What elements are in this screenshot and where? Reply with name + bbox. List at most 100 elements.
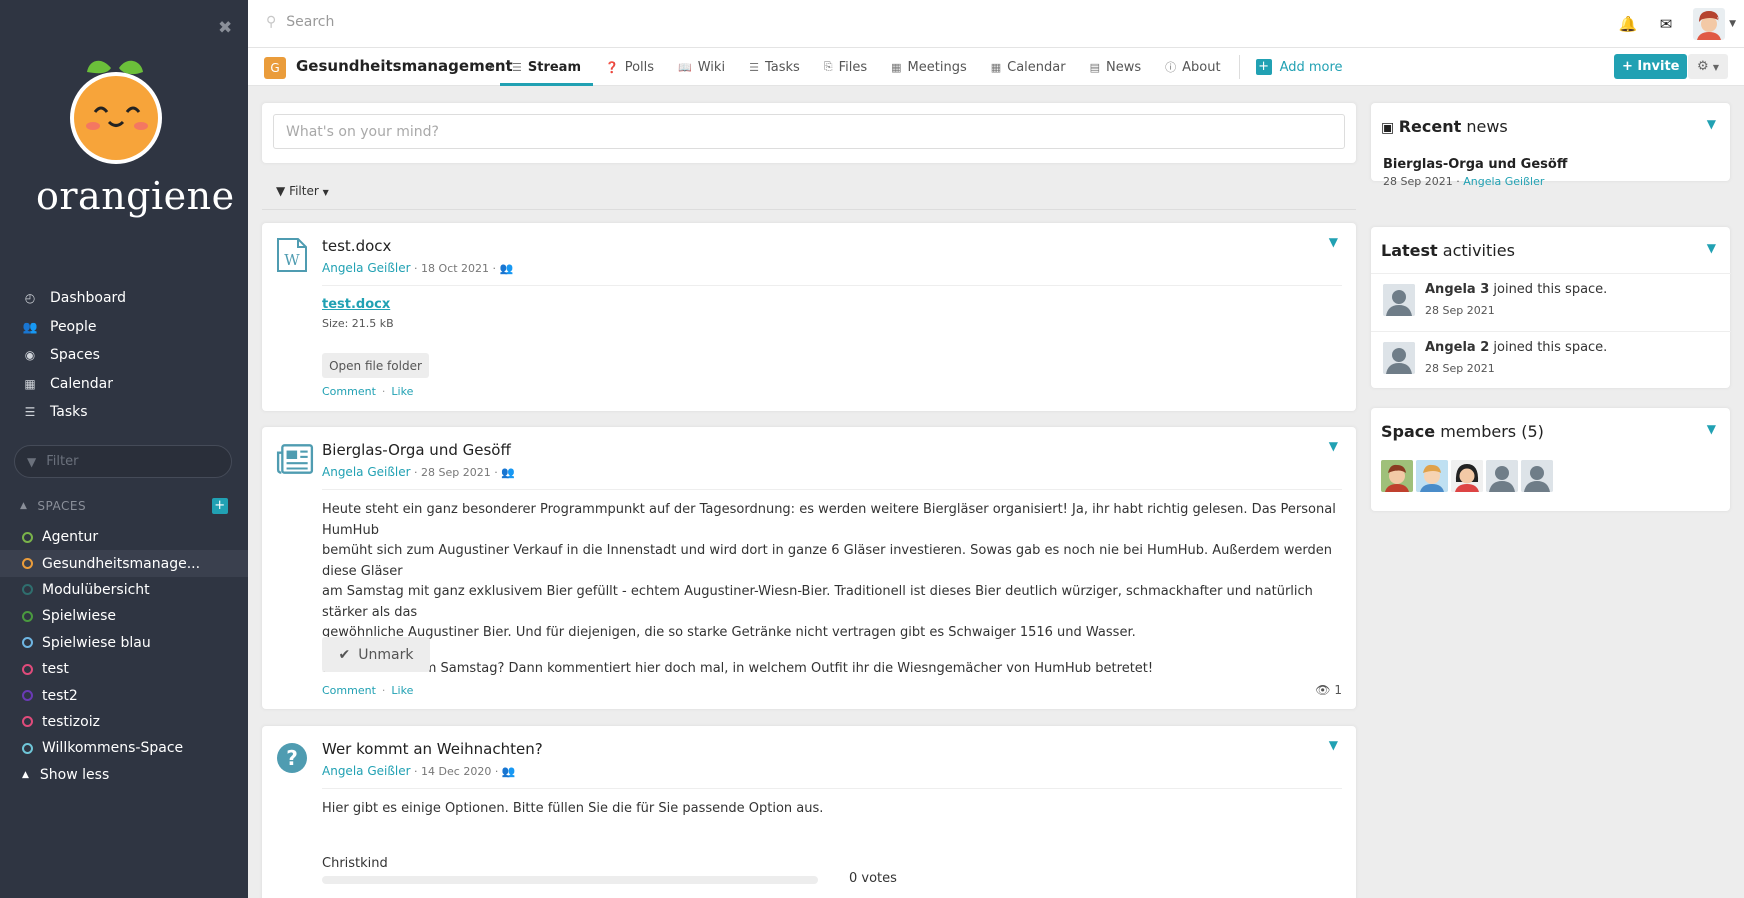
space-dot-icon <box>22 716 33 728</box>
invite-button[interactable]: + Invite <box>1614 54 1688 79</box>
post-title[interactable]: Bierglas-Orga und Gesöff <box>322 441 515 459</box>
search-input[interactable] <box>286 14 687 30</box>
activity-item[interactable]: Angela 3 joined this space. 28 Sep 2021 <box>1371 273 1731 331</box>
show-less-button[interactable]: ▲ Show less <box>0 762 248 788</box>
space-item-test2[interactable]: test2 <box>0 682 248 708</box>
member-avatar-icon <box>1416 460 1448 492</box>
like-link[interactable]: Like <box>391 684 413 697</box>
tab-label: Polls <box>624 59 655 75</box>
people-icon: 👥 <box>22 319 38 334</box>
tab-news[interactable]: ▤ News <box>1078 48 1154 86</box>
logo[interactable]: orangiene <box>36 56 235 218</box>
space-label: Gesundheitsmanage... <box>42 555 201 572</box>
tab-wiki[interactable]: 📖 Wiki <box>666 48 737 86</box>
unmark-label: Unmark <box>358 646 414 663</box>
space-label: testizoiz <box>42 713 100 730</box>
member-avatar[interactable] <box>1381 460 1413 492</box>
space-item-agentur[interactable]: Agentur <box>0 524 248 550</box>
notifications-bell-icon[interactable]: 🔔 <box>1609 15 1647 33</box>
comment-link[interactable]: Comment <box>322 385 376 398</box>
chevron-down-icon[interactable]: ▼ <box>1329 439 1338 453</box>
member-avatar[interactable] <box>1521 460 1553 492</box>
space-item-moduluebersicht[interactable]: Modulübersicht <box>0 577 248 603</box>
widget-title-bold: Latest <box>1381 241 1438 260</box>
post-composer <box>262 103 1356 163</box>
calendar-icon: ▦ <box>24 376 36 391</box>
post-author-link[interactable]: Angela Geißler <box>322 465 411 479</box>
poll-option-votes: 0 votes <box>849 871 897 886</box>
space-item-testizoiz[interactable]: testizoiz <box>0 709 248 735</box>
separator: · <box>381 385 386 398</box>
chevron-down-icon[interactable]: ▼ <box>1707 241 1716 255</box>
nav-item-calendar[interactable]: ▦ Calendar <box>0 370 248 399</box>
brand-wordmark: orangiene <box>36 174 235 218</box>
member-avatar[interactable] <box>1486 460 1518 492</box>
show-less-label: Show less <box>39 766 110 783</box>
chevron-down-icon[interactable]: ▼ <box>1329 738 1338 752</box>
space-item-test[interactable]: test <box>0 656 248 682</box>
like-link[interactable]: Like <box>391 385 413 398</box>
nav-item-dashboard[interactable]: ◴ Dashboard <box>0 284 248 313</box>
stream-filter-button[interactable]: ▼ Filter ▼ <box>276 184 329 198</box>
space-item-spielwiese-blau[interactable]: Spielwiese blau <box>0 630 248 656</box>
svg-text:?: ? <box>286 746 298 770</box>
tab-stream[interactable]: ☰ Stream <box>500 48 593 86</box>
member-avatar[interactable] <box>1416 460 1448 492</box>
whats-on-your-mind-input[interactable] <box>273 114 1345 149</box>
tab-polls[interactable]: ❓ Polls <box>593 48 666 86</box>
space-item-spielwiese[interactable]: Spielwiese <box>0 603 248 629</box>
chevron-down-icon[interactable]: ▼ <box>1329 235 1338 249</box>
post-date: 18 Oct 2021 <box>421 262 490 275</box>
tab-tasks[interactable]: ☰ Tasks <box>737 48 812 86</box>
tab-about[interactable]: ⓘ About <box>1153 48 1232 86</box>
add-space-button[interactable]: + <box>212 498 228 514</box>
invite-label: Invite <box>1637 59 1680 74</box>
space-settings-button[interactable]: ⚙ ▼ <box>1688 54 1728 79</box>
space-title[interactable]: Gesundheitsmanagement <box>296 57 513 75</box>
post-meta: Angela Geißler · 18 Oct 2021 · 👥 <box>322 261 514 275</box>
search: ⚲ <box>266 14 687 30</box>
file-link[interactable]: test.docx <box>322 297 394 312</box>
post-body-paragraph: Seid ihr dabei am Samstag? Dann kommenti… <box>322 660 1154 676</box>
nav-item-people[interactable]: 👥 People <box>0 313 248 342</box>
nav-item-spaces[interactable]: ◉ Spaces <box>0 341 248 370</box>
messages-envelope-icon[interactable]: ✉ <box>1647 15 1685 33</box>
nav-label: Tasks <box>50 404 88 421</box>
chevron-down-icon[interactable]: ▼ <box>1729 19 1736 29</box>
post-author-link[interactable]: Angela Geißler <box>322 764 411 778</box>
tab-calendar[interactable]: ▦ Calendar <box>979 48 1078 86</box>
tab-files[interactable]: ⎘ Files <box>812 48 879 86</box>
add-more-label: Add more <box>1279 59 1343 75</box>
member-avatar-icon <box>1381 460 1413 492</box>
open-file-folder-button[interactable]: Open file folder <box>322 353 429 378</box>
recent-news-author-link[interactable]: Angela Geißler <box>1463 175 1544 188</box>
user-avatar[interactable] <box>1693 8 1726 40</box>
tab-label: Calendar <box>1007 59 1066 75</box>
tasks-icon: ☰ <box>749 60 759 74</box>
add-more-button[interactable]: + Add more <box>1246 48 1353 86</box>
close-sidebar-icon[interactable]: ✖ <box>218 18 232 38</box>
unmark-button[interactable]: ✔ Unmark <box>322 637 430 672</box>
nav-item-tasks[interactable]: ☰ Tasks <box>0 398 248 427</box>
post-author-link[interactable]: Angela Geißler <box>322 261 411 275</box>
spaces-filter-input[interactable] <box>46 454 207 469</box>
space-label: Agentur <box>42 529 99 546</box>
chevron-down-icon[interactable]: ▼ <box>1707 117 1716 131</box>
spaces-heading[interactable]: ▲ SPACES + <box>20 498 228 514</box>
widget-title: ▣ Recent news <box>1381 117 1508 136</box>
space-badge[interactable]: G <box>264 57 286 79</box>
search-icon: ⚲ <box>266 14 277 30</box>
recent-news-item-title[interactable]: Bierglas-Orga und Gesöff <box>1383 157 1567 172</box>
comment-link[interactable]: Comment <box>322 684 376 697</box>
space-item-gesundheitsmanagement[interactable]: Gesundheitsmanage... <box>0 550 248 577</box>
tab-meetings[interactable]: ▦ Meetings <box>879 48 979 86</box>
nav-label: Calendar <box>50 375 113 392</box>
post-date: 28 Sep 2021 <box>421 466 491 479</box>
post-news: Bierglas-Orga und Gesöff Angela Geißler … <box>262 427 1356 709</box>
widget-title-rest: activities <box>1442 241 1515 260</box>
dashboard-icon: ◴ <box>24 291 36 306</box>
member-avatar[interactable] <box>1451 460 1483 492</box>
activity-item[interactable]: Angela 2 joined this space. 28 Sep 2021 <box>1371 331 1731 389</box>
space-item-willkommens-space[interactable]: Willkommens-Space <box>0 735 248 761</box>
chevron-down-icon[interactable]: ▼ <box>1707 422 1716 436</box>
